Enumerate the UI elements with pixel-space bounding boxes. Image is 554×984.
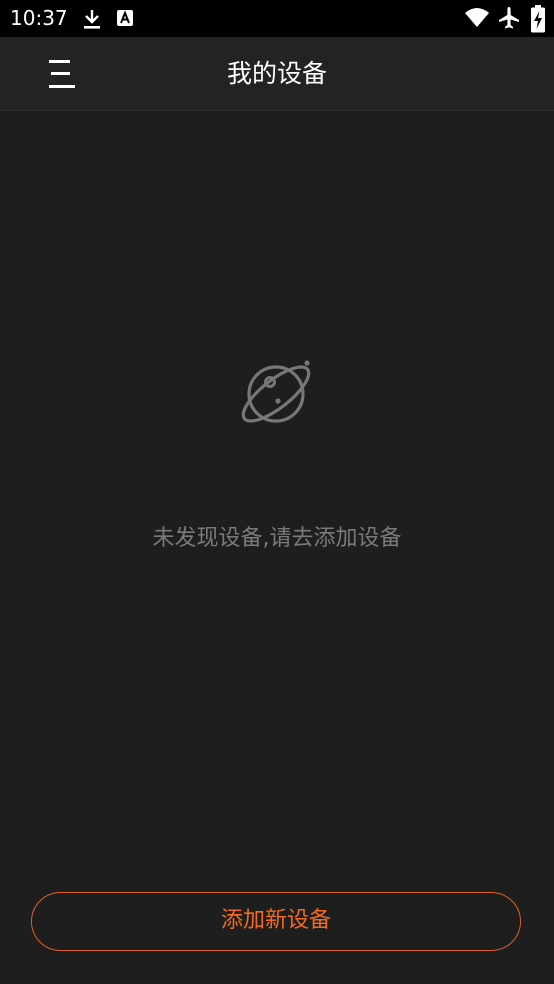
download-icon: [84, 10, 100, 29]
add-device-button[interactable]: 添加新设备: [31, 892, 521, 951]
battery-charging-icon: [531, 5, 545, 33]
a-badge-icon: [117, 10, 133, 26]
app-bar: 我的设备: [0, 37, 554, 111]
menu-button[interactable]: [38, 51, 84, 97]
menu-icon: [49, 60, 75, 88]
wifi-icon: [465, 8, 489, 27]
status-time: 10:37: [10, 6, 68, 30]
status-bar: 10:37: [0, 0, 554, 37]
planet-icon: [241, 360, 311, 423]
empty-state-message: 未发现设备,请去添加设备: [152, 526, 402, 551]
airplane-icon: [499, 7, 519, 29]
